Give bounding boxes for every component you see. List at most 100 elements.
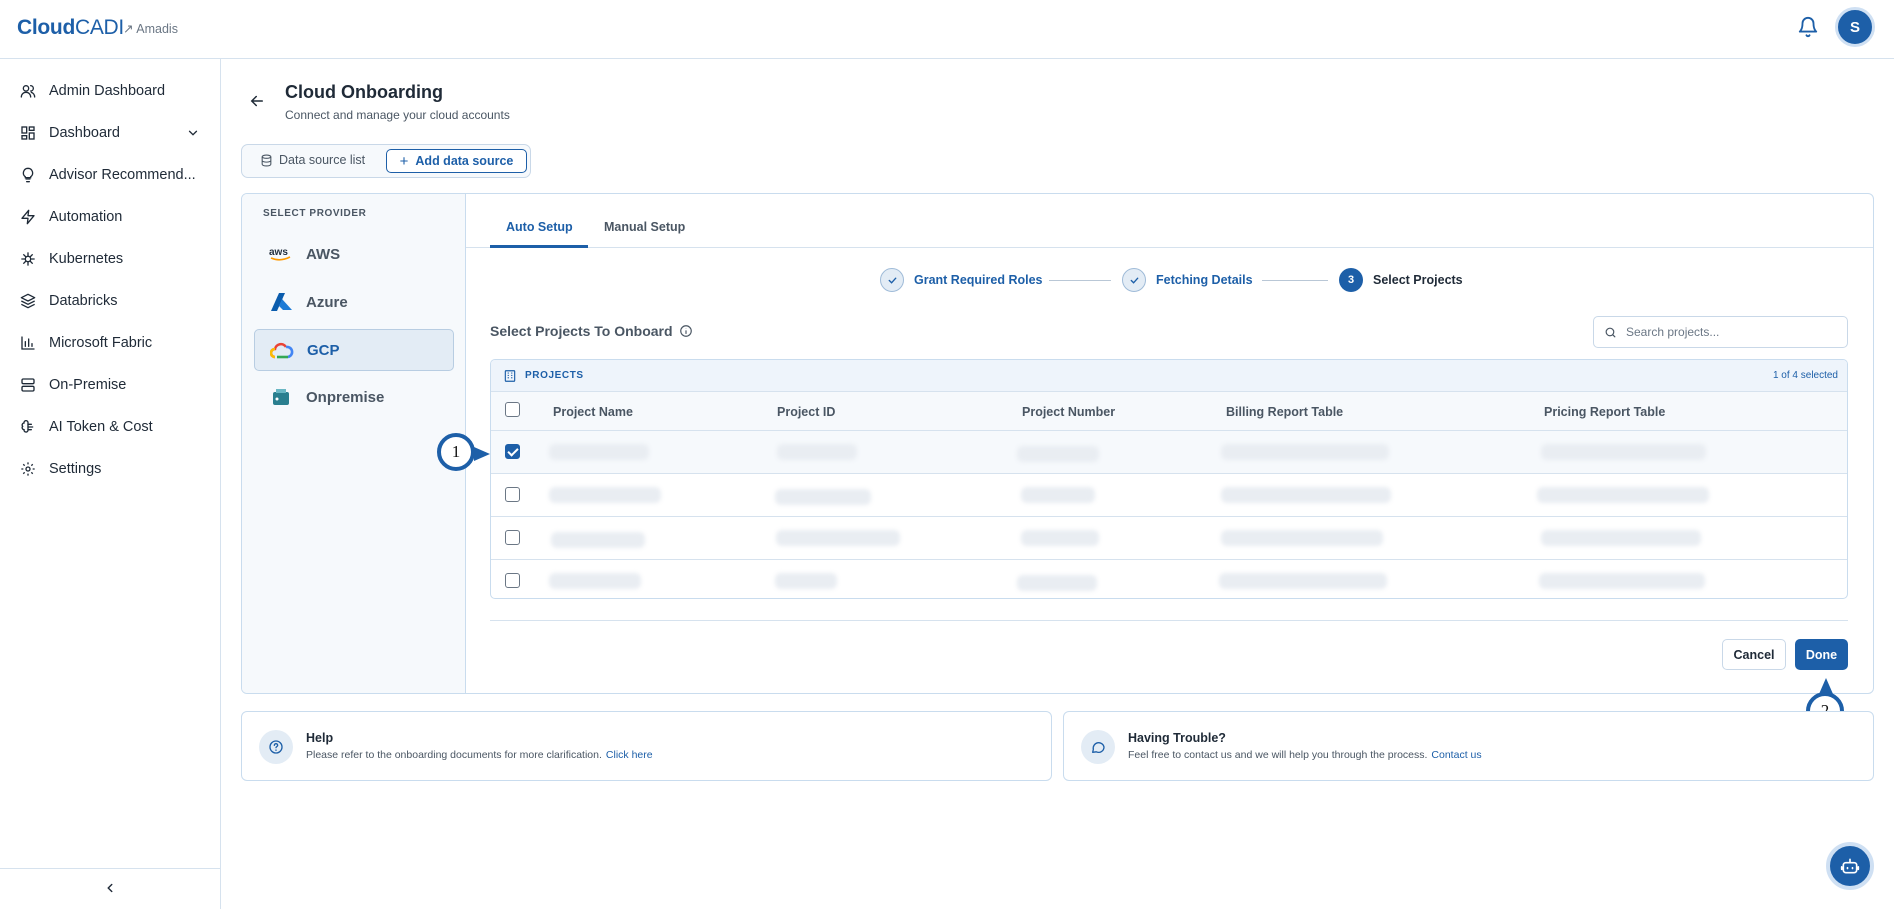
row-checkbox[interactable] [505, 573, 520, 588]
done-button[interactable]: Done [1795, 639, 1848, 670]
redacted-cell [551, 532, 645, 548]
trouble-title: Having Trouble? [1128, 731, 1226, 745]
sidebar-item-on-premise[interactable]: On-Premise [20, 373, 200, 397]
provider-aws[interactable]: aws AWS [254, 233, 454, 275]
table-row[interactable] [491, 560, 1847, 598]
sidebar-item-settings[interactable]: Settings [20, 457, 200, 481]
redacted-cell [1221, 444, 1389, 460]
col-project-name[interactable]: Project Name [553, 405, 633, 419]
redacted-cell [549, 573, 641, 589]
page-subtitle: Connect and manage your cloud accounts [285, 108, 510, 122]
step-connector [1262, 280, 1328, 281]
tab-manual-setup[interactable]: Manual Setup [604, 220, 685, 234]
redacted-cell [1537, 487, 1709, 503]
logo[interactable]: CloudCADI [17, 16, 124, 40]
sidebar-item-advisor[interactable]: Advisor Recommend... [20, 163, 200, 187]
redacted-cell [1221, 530, 1383, 546]
trouble-card: Having Trouble? Feel free to contact us … [1063, 711, 1874, 781]
redacted-cell [1539, 573, 1705, 589]
chevron-down-icon[interactable] [186, 126, 200, 140]
redacted-cell [1021, 487, 1095, 503]
help-link[interactable]: Click here [606, 749, 653, 761]
redacted-cell [1541, 444, 1706, 460]
redacted-cell [549, 444, 649, 460]
sidebar-item-label: Kubernetes [49, 251, 124, 267]
bar-chart-icon [21, 336, 35, 350]
provider-list: SELECT PROVIDER aws AWS Azure GCP Onprem… [242, 194, 466, 693]
data-source-toggle: Data source list + Add data source [241, 144, 531, 178]
redacted-cell [775, 489, 871, 505]
step-grant-roles: Grant Required Roles [914, 273, 1043, 287]
sidebar-item-databricks[interactable]: Databricks [20, 289, 200, 313]
callout-1: 1 [437, 433, 475, 471]
trouble-description: Feel free to contact us and we will help… [1128, 749, 1482, 761]
help-title: Help [306, 731, 334, 745]
redacted-cell [1221, 487, 1391, 503]
provider-azure[interactable]: Azure [254, 281, 454, 323]
col-billing-table[interactable]: Billing Report Table [1226, 405, 1343, 419]
helm-icon [21, 252, 35, 266]
redacted-cell [776, 530, 900, 546]
step-fetching-details: Fetching Details [1156, 273, 1253, 287]
col-project-number[interactable]: Project Number [1022, 405, 1115, 419]
chat-icon [1081, 730, 1115, 764]
redacted-cell [1541, 530, 1701, 546]
sidebar-item-kubernetes[interactable]: Kubernetes [20, 247, 200, 271]
table-row[interactable] [491, 431, 1847, 474]
sidebar-item-dashboard[interactable]: Dashboard [20, 121, 200, 145]
sidebar-item-automation[interactable]: Automation [20, 205, 200, 229]
sidebar-item-label: AI Token & Cost [49, 419, 153, 435]
help-icon [259, 730, 293, 764]
setup-tabs: Auto Setup Manual Setup [466, 194, 1873, 248]
search-input[interactable] [1626, 325, 1836, 339]
redacted-cell [1219, 573, 1387, 589]
sidebar-item-microsoft-fabric[interactable]: Microsoft Fabric [20, 331, 200, 355]
sidebar-item-ai-token-cost[interactable]: AI Token & Cost [20, 415, 200, 439]
sidebar-item-label: On-Premise [49, 377, 127, 393]
sidebar-item-admin-dashboard[interactable]: Admin Dashboard [20, 79, 200, 103]
row-checkbox[interactable] [505, 487, 520, 502]
row-checkbox[interactable] [505, 444, 520, 459]
cancel-button[interactable]: Cancel [1722, 639, 1786, 670]
info-icon[interactable] [679, 324, 693, 338]
check-icon [880, 268, 904, 292]
bell-icon[interactable] [1797, 16, 1819, 38]
stepper: Grant Required Roles Fetching Details 3 … [880, 268, 1500, 292]
chevron-left-icon[interactable] [103, 881, 117, 895]
active-tab-indicator [490, 245, 588, 248]
selection-count: 1 of 4 selected [1772, 370, 1838, 381]
sidebar-item-label: Microsoft Fabric [49, 335, 153, 351]
contact-link[interactable]: Contact us [1431, 749, 1481, 761]
sidebar: Admin Dashboard Dashboard Advisor Recomm… [0, 59, 221, 909]
robot-icon [1840, 858, 1860, 874]
col-pricing-table[interactable]: Pricing Report Table [1544, 405, 1665, 419]
redacted-cell [549, 487, 661, 503]
col-project-id[interactable]: Project ID [777, 405, 835, 419]
page-title: Cloud Onboarding [285, 82, 443, 102]
provider-onpremise[interactable]: Onpremise [254, 376, 454, 418]
sidebar-item-label: Settings [49, 461, 102, 477]
table-row[interactable] [491, 517, 1847, 560]
provider-gcp[interactable]: GCP [254, 329, 454, 371]
ai-icon [21, 420, 34, 433]
add-data-source-button[interactable]: + Add data source [386, 149, 527, 173]
search-projects [1593, 316, 1848, 348]
callout-1-pointer [474, 447, 490, 461]
data-source-list-button[interactable]: Data source list [260, 153, 365, 167]
step-select-projects: Select Projects [1373, 273, 1463, 287]
table-row[interactable] [491, 474, 1847, 517]
avatar[interactable]: S [1835, 7, 1875, 47]
tab-auto-setup[interactable]: Auto Setup [506, 220, 573, 234]
step-number: 3 [1339, 268, 1363, 292]
back-arrow-icon[interactable] [248, 92, 266, 110]
redacted-cell [775, 573, 837, 589]
select-all-checkbox[interactable] [505, 402, 520, 417]
row-checkbox[interactable] [505, 530, 520, 545]
tenant-name[interactable]: ↗ Amadis [123, 21, 178, 36]
footer-divider [490, 620, 1848, 621]
projects-table: PROJECTS 1 of 4 selected Project Name Pr… [490, 359, 1848, 599]
check-icon [1122, 268, 1146, 292]
redacted-cell [1017, 446, 1099, 462]
step-connector [1049, 280, 1111, 281]
chatbot-button[interactable] [1826, 842, 1874, 890]
